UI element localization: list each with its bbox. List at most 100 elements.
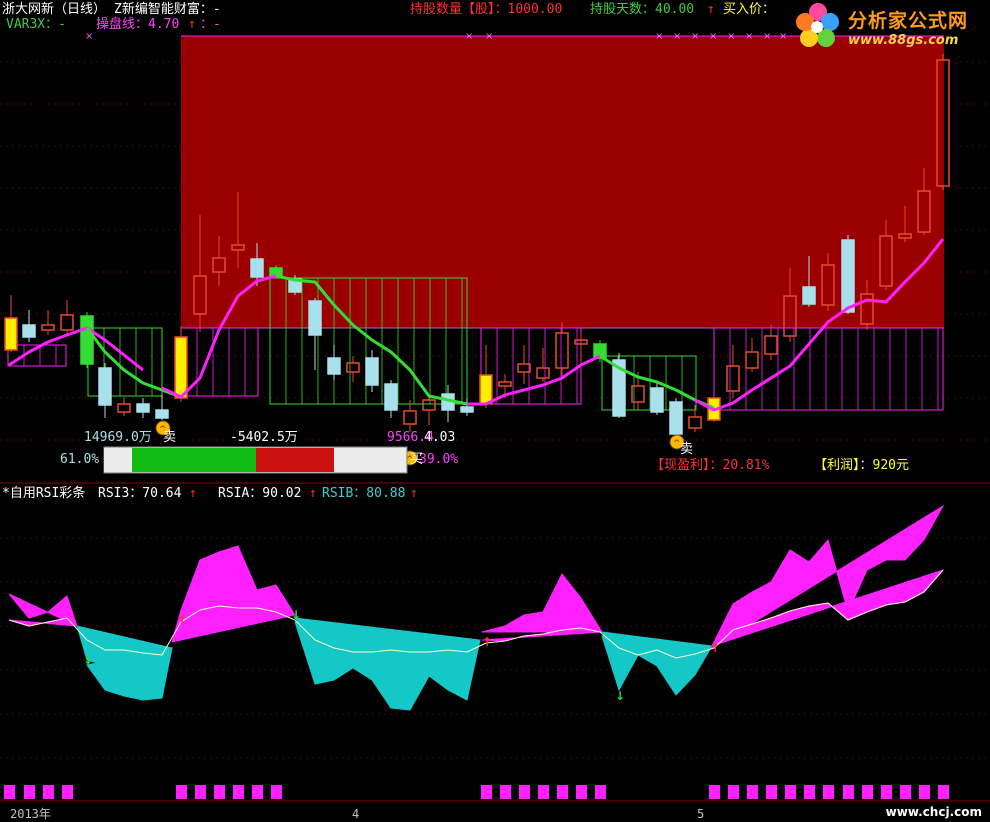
signal-bar [881,785,892,799]
candle [745,351,759,369]
signal-bar [500,785,511,799]
top-marker: × [465,31,473,42]
signal-bar [271,785,282,799]
signal-bar [785,785,796,799]
candle [460,406,474,413]
candle [365,357,379,386]
candle [80,315,94,365]
candle [555,332,569,369]
stock-chart-window: × × × × × × × × × × × ^ ^ ^ ↑ ↑ ↑ ↓ ↓ ↓ 浙大网新（日线） Z新编智能财富：- … [0,0,990,822]
flow-bar-right-cap [334,448,406,472]
signal-bar [900,785,911,799]
axis-label-year: 2013年 [10,807,51,821]
formula-title: Z新编智能财富：- [114,2,221,17]
rsi3-arrow: ↑ [189,486,197,501]
cross-arrow-icon: ↓ [83,653,93,667]
flower-icon [796,3,839,47]
signal-bar [938,785,949,799]
watermark: www.chcj.com [885,805,982,819]
rsi-fill-up-2 [171,545,296,643]
signal-bar [709,785,720,799]
top-marker: × [691,31,699,42]
signal-bar [862,785,873,799]
candle [327,357,341,375]
right-amount-tail: 4.03 [424,430,456,445]
signal-bar [595,785,606,799]
logo-url: www.88gs.com [848,33,959,48]
signal-bar [519,785,530,799]
chart-canvas: × × × × × × × × × × ×^^^↑↑ ↑↓↓↓ [0,31,990,802]
candle [593,343,607,359]
candle [117,403,131,413]
candle [650,387,664,413]
var3x-readout: VAR3X：- [6,17,66,32]
flow-bar-green [132,448,256,472]
zone-5 [480,327,582,405]
signal-bar [195,785,206,799]
signal-bar [804,785,815,799]
signal-bar [24,785,35,799]
buy-price: 买入价： [723,2,776,17]
cross-arrow-icon: ↑ [482,635,492,649]
operate-line-arrow: ↑ [188,17,196,32]
rsia-readout: RSIA：90.02 [218,486,302,501]
holding-quantity: 持股数量【股】：1000.00 [410,2,563,17]
rsia-arrow: ↑ [309,486,317,501]
signal-bar [823,785,834,799]
candle [22,324,36,338]
signal-bar [557,785,568,799]
rsi3-readout: RSI3：70.64 [98,486,182,501]
signal-bar [233,785,244,799]
cross-arrow-icon: ↑ [710,641,720,655]
top-marker: × [779,31,787,42]
signal-bar [538,785,549,799]
rsi-fill-up-1 [8,593,78,627]
logo-title: 分析家公式网 [848,10,969,32]
operate-line-readout: 操盘线：4.70 [96,17,180,32]
signal-bar [919,785,930,799]
top-marker: × [673,31,681,42]
rsib-arrow: ↑ [410,486,418,501]
candle [517,363,531,373]
top-marker: × [709,31,717,42]
signal-bar [4,785,15,799]
rsi-fill-down-2 [293,617,482,711]
signal-bar [576,785,587,799]
signal-bar [252,785,263,799]
holding-days-arrow: ↑ [707,2,715,17]
signal-bar [728,785,739,799]
holding-days: 持股天数：40.00 [590,2,695,17]
site-logo[interactable]: 分析家公式网 www.88gs.com [790,0,990,52]
candle [764,335,778,355]
top-marker: × [763,31,771,42]
indicator-title[interactable]: *自用RSI彩条 [2,486,85,502]
top-marker: × [745,31,753,42]
candle [269,267,283,277]
cross-arrow-icon: ↓ [615,689,625,703]
buy-tag-left: 买 [410,452,424,467]
signal-bar [843,785,854,799]
left-percent-label: 61.0% [60,452,100,467]
candle [250,258,264,278]
sell-tag-left: 卖 [163,430,177,445]
top-marker: × [485,31,493,42]
signal-bar [214,785,225,799]
cross-arrow-icon: ↓ [291,608,301,622]
candle [384,383,398,411]
rsi-fill-down-3 [600,631,714,696]
flow-bar-left-cap [104,448,132,472]
axis-label-april: 4 [352,807,360,821]
cross-arrow-icon: ↑ [177,613,187,627]
top-marker: × [655,31,663,42]
candle [41,324,55,331]
signal-bar [43,785,54,799]
candle [726,365,740,392]
candle [136,403,150,413]
candle [155,409,169,419]
candle [403,410,417,425]
right-percent-label: 39.0% [419,452,459,467]
candle [60,314,74,331]
left-amount-label: 14969.0万 [84,430,152,445]
candle [841,239,855,313]
signal-bar [766,785,777,799]
